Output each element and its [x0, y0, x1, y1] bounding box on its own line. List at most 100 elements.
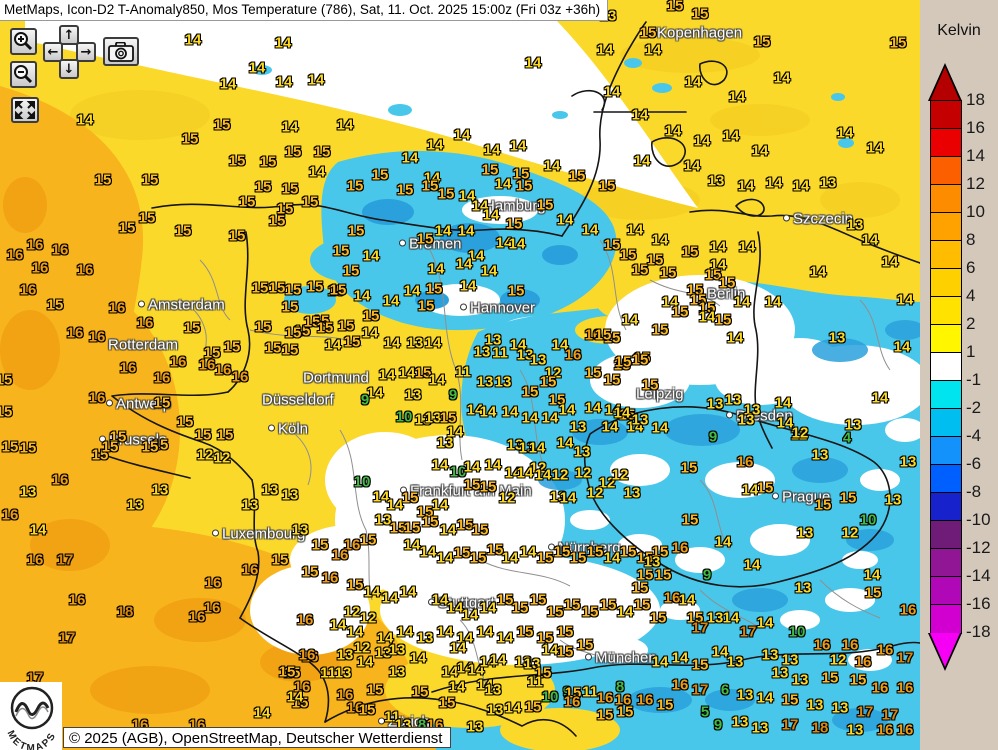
temperature-value: 13 — [389, 643, 406, 658]
temperature-value: 14 — [495, 177, 512, 192]
temperature-value: 15 — [285, 326, 302, 341]
temperature-value: 15 — [840, 491, 857, 506]
temperature-value: 15 — [655, 568, 672, 583]
temperature-value: 17 — [740, 625, 757, 640]
temperature-value: 15 — [642, 378, 659, 393]
temperature-value: 14 — [757, 616, 774, 631]
temperature-value: 16 — [170, 355, 187, 370]
fullscreen-button[interactable] — [11, 97, 39, 123]
temperature-value: 13 — [900, 455, 917, 470]
temperature-value: 15 — [142, 440, 159, 455]
temperature-value: 16 — [215, 363, 232, 378]
temperature-value: 13 — [708, 174, 725, 189]
temperature-value: 16 — [137, 316, 154, 331]
temperature-value: 14 — [502, 551, 519, 566]
temperature-value: 14 — [249, 61, 266, 76]
colorbar-segment — [931, 604, 961, 633]
pan-right-button[interactable]: → — [76, 42, 96, 62]
temperature-value: 10 — [860, 513, 877, 528]
colorbar-segment — [931, 296, 961, 325]
temperature-value: 15 — [547, 605, 564, 620]
temperature-value: 13 — [707, 397, 724, 412]
temperature-value: 14 — [775, 396, 792, 411]
colorbar-arrow-top — [930, 67, 960, 101]
temperature-value: 14 — [420, 545, 437, 560]
temperature-value: 14 — [632, 108, 649, 123]
temperature-value: 13 — [485, 683, 502, 698]
metmaps-logo-icon: METMAPS — [0, 682, 62, 750]
colorbar-segment — [931, 268, 961, 297]
temperature-value: 15 — [525, 700, 542, 715]
temperature-value: 14 — [652, 421, 669, 436]
temperature-value: 16 — [109, 301, 126, 316]
temperature-value: 14 — [485, 458, 502, 473]
temperature-value: 14 — [684, 159, 701, 174]
temperature-value: 15 — [260, 155, 277, 170]
temperature-value: 16 — [299, 648, 316, 663]
temperature-value: 14 — [510, 139, 527, 154]
temperature-value: 16 — [297, 613, 314, 628]
temperature-value: 15 — [564, 598, 581, 613]
snapshot-button[interactable] — [103, 37, 139, 66]
arrow-left-icon: ← — [48, 46, 59, 59]
temperature-value: 14 — [400, 585, 417, 600]
temperature-value: 15 — [412, 685, 429, 700]
colorbar-segment — [931, 380, 961, 409]
temperature-value: 14 — [559, 403, 576, 418]
colorbar-segment — [931, 436, 961, 465]
temperature-value: 17 — [782, 718, 799, 733]
temperature-value: 18 — [812, 721, 829, 736]
metmaps-logo[interactable]: METMAPS — [0, 682, 62, 750]
legend-panel: Kelvin 181614121086421-1-2-4-6-8-10-12-1… — [920, 0, 998, 750]
temperature-value: 14 — [480, 601, 497, 616]
colorbar-tick-label: -4 — [966, 426, 981, 446]
temperature-value: 14 — [454, 128, 471, 143]
city-dot-icon — [585, 654, 592, 661]
temperature-value: 17 — [692, 621, 709, 636]
temperature-value: 11 — [320, 666, 336, 681]
temperature-value: 15 — [239, 195, 256, 210]
pan-down-button[interactable]: ↓ — [59, 59, 79, 79]
temperature-value: 14 — [309, 165, 326, 180]
colorbar-tick-label: -6 — [966, 454, 981, 474]
zoom-out-button[interactable] — [10, 61, 37, 88]
temperature-value: 14 — [738, 179, 755, 194]
colorbar-segment — [931, 156, 961, 185]
weather-map[interactable]: KopenhagenSzczecinAmsterdamRotterdamAntw… — [0, 0, 920, 750]
temperature-value: 14 — [481, 264, 498, 279]
temperature-value: 15 — [139, 211, 156, 226]
temperature-value: 15 — [348, 224, 365, 239]
temperature-value: 15 — [142, 173, 159, 188]
temperature-value: 14 — [765, 295, 782, 310]
zoom-in-button[interactable] — [10, 28, 37, 55]
temperature-value: 16 — [900, 603, 917, 618]
temperature-value: 15 — [312, 538, 329, 553]
temperature-value: 15 — [585, 366, 602, 381]
temperature-value: 14 — [837, 126, 854, 141]
temperature-value: 14 — [185, 33, 202, 48]
colorbar-segment — [931, 492, 961, 521]
temperature-value: 14 — [862, 233, 879, 248]
temperature-value: 14 — [449, 680, 466, 695]
temperature-value: 14 — [734, 295, 751, 310]
temperature-value: 10 — [354, 475, 371, 490]
temperature-value: 15 — [333, 244, 350, 259]
temperature-value: 15 — [634, 598, 651, 613]
temperature-value: 14 — [450, 641, 467, 656]
colorbar-tick-label: -10 — [966, 510, 991, 530]
temperature-value: 11 — [492, 346, 508, 361]
temperature-value: 13 — [437, 436, 454, 451]
temperature-value: 14 — [614, 406, 631, 421]
temperature-value: 14 — [602, 420, 619, 435]
temperature-value: 14 — [582, 223, 599, 238]
temperature-value: 15 — [604, 238, 621, 253]
temperature-value: 14 — [604, 551, 621, 566]
temperature-value: 9 — [361, 393, 369, 408]
colorbar-segment — [931, 464, 961, 493]
temperature-value: 15 — [472, 523, 489, 538]
temperature-value: 13 — [845, 418, 862, 433]
temperature-value: 15 — [516, 179, 533, 194]
temperature-value: 13 — [570, 420, 587, 435]
temperature-value: 16 — [672, 541, 689, 556]
temperature-value: 12 — [552, 468, 569, 483]
